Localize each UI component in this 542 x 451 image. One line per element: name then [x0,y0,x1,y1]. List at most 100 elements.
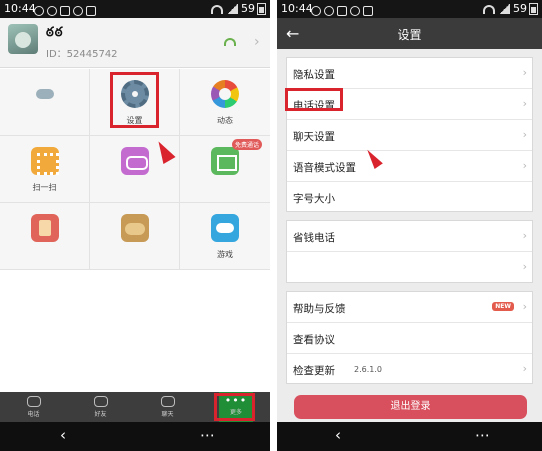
gps-icon [350,6,360,16]
gift-icon [31,214,59,242]
nav-back-button[interactable]: ‹ [335,426,341,444]
setting-row-help[interactable]: 帮助与反馈 NEW › [287,292,532,323]
purple-app-icon [121,147,149,175]
right-phone-screen: 10:44 59 ← 设置 隐私设置 › 电话设置 › 聊天设置 › 语音模式设… [277,0,542,451]
status-bar: 10:44 59 [0,0,270,18]
battery-level: 59 [241,2,255,15]
left-phone-screen: 10:44 59 ఠఠ ID：52445742 › 设置 动态 扫一扫 免费通话… [0,0,270,451]
gps-icon [73,6,83,16]
app-notify-icon [86,6,96,16]
grid-item-scan[interactable]: 扫一扫 [0,136,90,203]
grid-item-games[interactable]: 游戏 [180,203,270,270]
chat-notify-icon [311,6,321,16]
image-notify-icon [337,6,347,16]
status-time: 10:44 [281,2,313,15]
battery-icon [257,3,266,15]
setting-label: 隐私设置 [293,69,335,81]
chevron-right-icon: › [522,229,527,242]
mail-icon [211,147,239,175]
status-right: 59 [211,0,266,18]
battery-level: 59 [513,2,527,15]
chat-notify-icon [34,6,44,16]
signal-icon [227,4,238,14]
new-badge: NEW [492,302,514,311]
screenshot-root: 10:44 59 ఠఠ ID：52445742 › 设置 动态 扫一扫 免费通话… [0,0,542,451]
setting-row-cheap-calls[interactable]: 省钱电话 › [287,221,532,252]
link-notify-icon [47,6,57,16]
free-call-badge: 免费通话 [232,139,263,150]
title-bar: ← 设置 [277,18,542,49]
chevron-right-icon: › [522,66,527,79]
setting-row-voice-mode[interactable]: 语音模式设置 › [287,151,532,182]
battery-icon [529,3,538,15]
tab-label: 好友 [94,411,107,418]
settings-group-about: 帮助与反馈 NEW › 查看协议 检查更新 2.6.1.0 › [286,291,533,384]
setting-label: 语音模式设置 [293,162,356,174]
system-nav-bar: ‹ ⋯ [0,422,270,451]
setting-label: 检查更新 [293,365,335,377]
setting-label: 帮助与反馈 [293,303,346,315]
qr-scan-icon [31,147,59,175]
app-notify-icon [363,6,373,16]
link-notify-icon [324,6,334,16]
cloud-icon [31,80,59,108]
food-icon [121,214,149,242]
settings-highlight-box [110,72,159,128]
tab-label: 电话 [27,411,40,418]
colorwheel-icon [211,80,239,108]
grid-item-free-call[interactable]: 免费通话 [180,136,270,203]
tab-phone[interactable]: 电话 [0,392,67,422]
setting-row-blank[interactable]: › [287,252,532,283]
setting-row-agreement[interactable]: 查看协议 [287,323,532,354]
setting-label: 查看协议 [293,334,335,346]
setting-label: 省钱电话 [293,232,335,244]
setting-row-chat[interactable]: 聊天设置 › [287,120,532,151]
chevron-right-icon: › [522,300,527,313]
setting-row-check-update[interactable]: 检查更新 2.6.1.0 › [287,354,532,385]
tab-friends[interactable]: 好友 [67,392,134,422]
gamepad-icon [211,214,239,242]
grid-item-label: 游戏 [217,250,233,259]
chevron-right-icon: › [254,34,260,50]
chevron-right-icon: › [522,128,527,141]
network-status-icon [224,38,236,46]
avatar[interactable] [8,24,38,54]
logout-button[interactable]: 退出登录 [294,395,527,419]
grid-item-food[interactable] [90,203,180,270]
wifi-icon [211,4,223,14]
settings-group-main: 隐私设置 › 电话设置 › 聊天设置 › 语音模式设置 › 字号大小 [286,57,533,212]
phone-settings-highlight-box [285,88,343,111]
profile-id: ID：52445742 [46,49,118,60]
tab-chat[interactable]: 聊天 [134,392,201,422]
chevron-right-icon: › [522,362,527,375]
setting-row-font-size[interactable]: 字号大小 [287,182,532,213]
setting-label: 字号大小 [293,193,335,205]
settings-group-calls: 省钱电话 › › [286,220,533,283]
profile-name: ఠఠ [46,25,64,40]
system-nav-bar: ‹ ⋯ [277,422,542,451]
grid-item-label: 动态 [217,116,233,125]
nav-back-button[interactable]: ‹ [60,426,66,444]
image-notify-icon [60,6,70,16]
status-time: 10:44 [4,2,36,15]
chevron-right-icon: › [522,97,527,110]
friends-icon [93,396,108,407]
nav-menu-button[interactable]: ⋯ [200,426,215,444]
grid-item-cloud[interactable] [0,69,90,136]
setting-label: 聊天设置 [293,131,335,143]
wifi-icon [483,4,495,14]
chevron-right-icon: › [522,260,527,273]
dialpad-icon [26,396,41,407]
setting-row-privacy[interactable]: 隐私设置 › [287,58,532,89]
page-title: 设置 [397,28,422,42]
version-value: 2.6.1.0 [354,365,382,374]
nav-menu-button[interactable]: ⋯ [475,426,490,444]
signal-icon [499,4,510,14]
profile-header[interactable]: ఠఠ ID：52445742 › [0,18,270,68]
tab-label: 聊天 [161,411,174,418]
grid-item-label: 扫一扫 [32,183,57,192]
grid-item-gift[interactable] [0,203,90,270]
grid-item-moments[interactable]: 动态 [180,69,270,136]
more-tab-highlight-box [214,393,255,421]
chat-icon [160,396,175,407]
